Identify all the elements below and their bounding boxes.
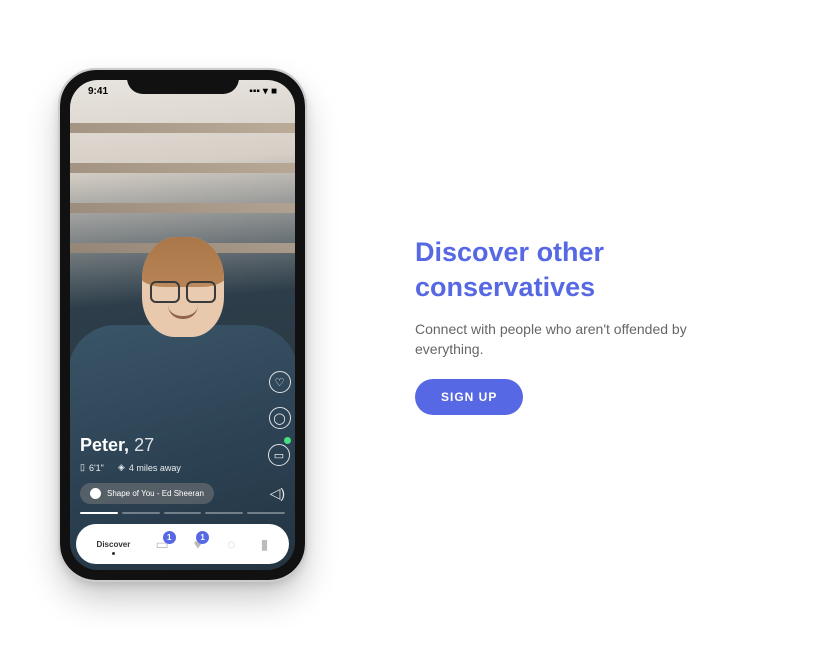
message-button[interactable]: ◯ xyxy=(269,407,291,429)
status-icons: ▪▪▪ ▾ ■ xyxy=(249,86,277,97)
volume-button[interactable]: ◁) xyxy=(270,485,285,502)
stack-badge: 1 xyxy=(163,531,176,544)
distance-value: 4 miles away xyxy=(129,463,181,473)
online-indicator xyxy=(284,437,291,444)
bottom-nav: Discover ▭ 1 ♥ 1 ◌ ▮ xyxy=(76,524,289,564)
now-playing[interactable]: Shape of You - Ed Sheeran xyxy=(80,483,214,504)
marketing-content: Discover other conservatives Connect wit… xyxy=(415,235,745,416)
chat-icon: ◯ xyxy=(273,412,285,425)
nav-likes[interactable]: ♥ 1 xyxy=(194,536,202,552)
profile-overlay: ♡ ◯ ▭ Peter, 27 ▯ 6'1" ◈ 4 miles away xyxy=(70,435,295,524)
calendar-icon: ▭ xyxy=(274,449,284,462)
heart-icon: ♡ xyxy=(275,376,285,389)
headline: Discover other conservatives xyxy=(415,235,745,305)
battery-icon: ■ xyxy=(271,86,277,97)
wifi-icon: ▾ xyxy=(263,86,268,97)
profile-name: Peter, xyxy=(80,435,129,455)
music-row: Shape of You - Ed Sheeran ◁) xyxy=(80,483,285,504)
profile-stats: ▯ 6'1" ◈ 4 miles away xyxy=(80,462,285,473)
spotify-icon xyxy=(90,488,101,499)
messages-icon: ◌ xyxy=(227,536,235,552)
height-stat: ▯ 6'1" xyxy=(80,462,104,473)
distance-stat: ◈ 4 miles away xyxy=(118,462,181,473)
nav-discover[interactable]: Discover xyxy=(97,540,131,549)
pin-icon: ◈ xyxy=(118,462,125,473)
height-icon: ▯ xyxy=(80,462,85,473)
nav-messages[interactable]: ◌ xyxy=(227,536,235,552)
likes-badge: 1 xyxy=(196,531,209,544)
nav-discover-label: Discover xyxy=(97,540,131,549)
profile-icon: ▮ xyxy=(261,536,269,553)
phone-mockup: 9:41 ▪▪▪ ▾ ■ ♡ ◯ xyxy=(60,70,305,580)
subtitle: Connect with people who aren't offended … xyxy=(415,319,745,360)
height-value: 6'1" xyxy=(89,463,104,473)
profile-name-row: Peter, 27 xyxy=(80,435,285,456)
nav-stack[interactable]: ▭ 1 xyxy=(155,536,168,553)
photo-progress[interactable] xyxy=(80,512,285,514)
status-bar: 9:41 ▪▪▪ ▾ ■ xyxy=(70,80,295,99)
signal-icon: ▪▪▪ xyxy=(249,86,260,97)
like-button[interactable]: ♡ xyxy=(269,371,291,393)
song-title: Shape of You - Ed Sheeran xyxy=(107,489,204,498)
signup-button[interactable]: SIGN UP xyxy=(415,379,523,415)
phone-screen: 9:41 ▪▪▪ ▾ ■ ♡ ◯ xyxy=(70,80,295,570)
profile-age: 27 xyxy=(134,435,154,455)
nav-profile[interactable]: ▮ xyxy=(261,536,269,553)
action-buttons: ♡ ◯ ▭ xyxy=(268,371,291,466)
status-time: 9:41 xyxy=(88,86,108,97)
